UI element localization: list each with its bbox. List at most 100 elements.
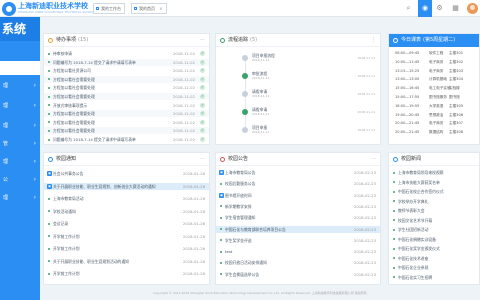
- check-icon[interactable]: ✓: [200, 85, 205, 91]
- todo-row[interactable]: 开放式审核事项提示 2018-11-02 ✓: [44, 102, 209, 109]
- check-icon[interactable]: ✓: [200, 137, 205, 142]
- check-icon[interactable]: ✓: [200, 76, 205, 82]
- chevron-right-icon: ›: [33, 176, 36, 183]
- notice-row[interactable]: 会议记录 2018-01-26: [44, 220, 209, 227]
- todo-row[interactable]: 方程加以看社会需要处理 2018-11-02 ✓: [44, 84, 209, 91]
- check-icon[interactable]: ✓: [200, 51, 205, 56]
- news-row[interactable]: 教师节表彰大会: [389, 207, 479, 214]
- notice-row[interactable]: 学校活动通知 2018-01-26: [44, 208, 209, 215]
- grid-icon[interactable]: ▦: [450, 3, 461, 14]
- settings-icon[interactable]: ⚙: [434, 3, 445, 14]
- todo-text: 方程加以看社会需要处理: [53, 119, 95, 125]
- news-row[interactable]: 学生社团招新活动: [389, 226, 479, 233]
- more-icon[interactable]: ⋯: [200, 38, 205, 43]
- close-icon[interactable]: ×: [159, 6, 162, 11]
- process-item[interactable]: 请假申请 2018-11-11 2018-11-11: [216, 106, 380, 127]
- todo-row[interactable]: 方程加以看社会需要处理 2018-11-02 ✓: [44, 119, 209, 126]
- sidebar-item-7[interactable]: 理 ›: [0, 191, 40, 205]
- news-row[interactable]: 中国石化实习生招聘: [389, 274, 479, 281]
- check-icon[interactable]: ✓: [200, 111, 205, 117]
- chevron-right-icon: ›: [33, 194, 36, 201]
- announce-row[interactable]: 校园开放日活动安排通知 2018-02-23: [216, 259, 380, 266]
- bell-icon[interactable]: ◉: [418, 0, 432, 17]
- news-row[interactable]: 中国石化技术讲座: [389, 255, 479, 262]
- bullet-dot: [393, 181, 395, 183]
- sidebar-item-3[interactable]: 理 ›: [0, 119, 40, 133]
- news-row[interactable]: 校园文化艺术节开幕: [389, 217, 479, 224]
- announce-text: 图书馆开放时间: [225, 192, 252, 198]
- tab-workbench[interactable]: 我的工作台: [93, 3, 125, 14]
- schedule-course: 图书馆服务: [429, 95, 447, 99]
- schedule-time: 15:00—16:45: [395, 86, 420, 91]
- check-icon[interactable]: ✓: [200, 94, 205, 99]
- grid-icon[interactable]: ⋮: [371, 38, 376, 43]
- sidebar-item-6[interactable]: 公 ›: [0, 173, 40, 187]
- todo-row[interactable]: 方程加以看社会需要处理 2018-11-02 ✓: [44, 75, 209, 83]
- news-row[interactable]: 中国石化奖学金颁发仪式: [389, 245, 479, 252]
- sidebar-item-5[interactable]: 理 ›: [0, 155, 40, 169]
- announce-row[interactable]: 学生会换届选举公告 2018-02-23: [216, 271, 380, 278]
- process-item[interactable]: 项目申报 2018-11-11 2018-11-11: [216, 124, 380, 136]
- notice-row[interactable]: 上海市教育局活动 2018-01-26: [44, 195, 209, 202]
- more-icon[interactable]: ⋯: [200, 157, 205, 162]
- todo-row[interactable]: 问题编号为 2018-7-14 提交了请求中请填写表单 2018-11-02 ✓: [44, 58, 209, 66]
- bullet-dot: [48, 61, 50, 64]
- announce-row[interactable]: ▣ 上海市教育局公告 2018-02-23: [216, 169, 380, 176]
- announce-row[interactable]: 学生宿舍管理通知 2018-02-23: [216, 214, 380, 221]
- todo-row[interactable]: 方程加以看社资源公司 2018-11-02 ✓: [44, 67, 209, 74]
- search-icon[interactable]: ⌕: [403, 3, 414, 14]
- announce-row[interactable]: 新学期教学安排 2018-02-23: [216, 203, 380, 210]
- notice-row[interactable]: ▣ 社会公共事务公告 2018-01-26: [44, 170, 209, 177]
- announce-row[interactable]: 学生奖学金评选 2018-02-23: [216, 237, 380, 244]
- process-item[interactable]: 审批流程 2018-11-11 2018-11-11: [216, 70, 380, 91]
- todo-row[interactable]: 方程加以看社会需要处理 2018-11-02 ✓: [44, 110, 209, 118]
- bullet-dot: [393, 266, 395, 269]
- process-item[interactable]: 项目申报流程 2018-11-11 2018-11-11: [216, 52, 380, 73]
- avatar[interactable]: [467, 3, 478, 14]
- news-row[interactable]: 中国石化捐赠实训设备: [389, 236, 479, 243]
- check-icon[interactable]: ✓: [200, 102, 205, 108]
- news-row[interactable]: 上海市技能大赛获奖名单: [389, 179, 479, 186]
- notice-text: 会议记录: [53, 221, 69, 226]
- sidebar-item-0[interactable]: [0, 61, 40, 75]
- check-icon[interactable]: ✓: [200, 119, 205, 125]
- todo-row[interactable]: 待审核申请 2018-11-02 ✓: [44, 50, 209, 57]
- check-icon[interactable]: ✓: [200, 68, 205, 74]
- process-item[interactable]: 请假申请 2018-11-11 2018-11-11: [216, 88, 380, 109]
- announce-row[interactable]: ▣ 图书馆开放时间 2018-02-23: [216, 192, 380, 199]
- bullet-dot: [48, 247, 50, 250]
- bullet-dot: [220, 182, 222, 185]
- check-icon[interactable]: ✓: [200, 59, 205, 65]
- todo-date: 2018-11-02: [172, 94, 195, 99]
- sidebar-item-label: 理: [3, 83, 9, 89]
- todo-row[interactable]: 方程加以看社会需要处理 2018-11-02 ✓: [44, 93, 209, 100]
- sidebar-item-1[interactable]: 理 ›: [0, 79, 40, 93]
- more-icon[interactable]: ⋯: [371, 157, 376, 162]
- notice-row[interactable]: 开学前工作计划 2018-01-26: [44, 233, 209, 240]
- notice-row[interactable]: 开学前工作计划 2018-01-26: [44, 245, 209, 252]
- news-row[interactable]: 中国石化校企合作签约仪式: [389, 188, 479, 195]
- news-row[interactable]: 中国石化企业参观: [389, 264, 479, 271]
- announce-row[interactable]: 中国石化与教育部联合培养项目公告 2018-02-23: [216, 225, 380, 233]
- todo-date: 2018-11-02: [172, 51, 195, 56]
- notice-row[interactable]: 开学前工作计划 2018-01-26: [44, 270, 209, 277]
- todo-title: 待办事项: [56, 37, 77, 43]
- bullet-dot: [220, 273, 222, 276]
- todo-row[interactable]: 方程加以看社会需要处理 2018-11-02 ✓: [44, 127, 209, 135]
- todo-row[interactable]: 问题编号为 2018-7-14 提交了请求中请填写表单 2018-11-02 ✓: [44, 136, 209, 143]
- bullet-dot: [393, 190, 395, 193]
- tab-home[interactable]: 我的首页 ×: [131, 3, 167, 14]
- news-row[interactable]: 上海市教育局领导来校视察: [389, 169, 479, 176]
- schedule-title: 今日课表: [401, 37, 422, 43]
- sidebar-item-label: 理: [3, 103, 9, 109]
- notice-row[interactable]: ▣ 关于开展职业技能、职业生涯规划、创新创业大赛活动的通知 2018-01-26: [44, 182, 209, 190]
- sidebar-item-4[interactable]: 管 ›: [0, 137, 40, 151]
- announce-row[interactable]: test 2018-02-23: [216, 248, 380, 255]
- news-row[interactable]: 学校举办开学典礼: [389, 198, 479, 205]
- process-count: (5): [250, 37, 258, 43]
- notice-row[interactable]: 关于开展职业技能、职业生涯规划活动的通知 2018-01-26: [44, 258, 209, 265]
- announce-row[interactable]: 校园后勤服务公告 2018-02-23: [216, 180, 380, 187]
- sidebar-item-2[interactable]: 理 ›: [0, 99, 40, 113]
- check-icon[interactable]: ✓: [200, 128, 205, 134]
- todo-text: 问题编号为 2018-7-14 提交了请求中请填写表单: [53, 137, 136, 142]
